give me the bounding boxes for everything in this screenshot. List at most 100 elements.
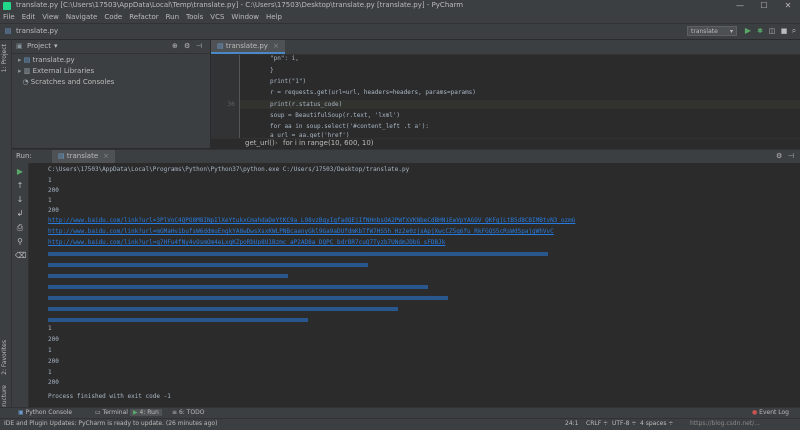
soft-wrap-icon[interactable]: ↲: [15, 209, 25, 219]
console-link[interactable]: http://www.baidu.com/link?url=3PlVoC4QPO…: [48, 217, 575, 224]
coverage-icon[interactable]: ◫: [767, 26, 777, 36]
stop-icon[interactable]: ■: [779, 26, 789, 36]
project-header-label[interactable]: Project: [27, 42, 51, 50]
window-title: translate.py [C:\Users\17503\AppData\Loc…: [16, 1, 464, 9]
console-line: 200: [48, 358, 59, 365]
menu-run[interactable]: Run: [166, 12, 179, 23]
todo-tab[interactable]: ≡ 6: TODO: [172, 409, 204, 416]
menu-view[interactable]: View: [42, 12, 59, 23]
console-line: 1: [48, 347, 52, 354]
console-link-placeholder[interactable]: [48, 318, 308, 322]
code-line[interactable]: }: [270, 67, 274, 74]
nav-breadcrumb[interactable]: translate.py: [16, 27, 58, 35]
code-line[interactable]: r = requests.get(url=url, headers=header…: [270, 89, 476, 96]
menu-vcs[interactable]: VCS: [210, 12, 224, 23]
tree-item-label: External Libraries: [32, 67, 95, 75]
console-line: 1: [48, 177, 52, 184]
code-line[interactable]: print("1"): [270, 78, 306, 85]
menu-edit[interactable]: Edit: [22, 12, 36, 23]
python-file-icon: ▤: [58, 152, 67, 160]
hide-panel-icon[interactable]: ⊣: [788, 152, 794, 160]
settings-gear-icon[interactable]: ⚙: [776, 152, 782, 160]
breadcrumb-loop[interactable]: for i in range(10, 600, 10): [283, 139, 374, 147]
console-link-placeholder[interactable]: [48, 274, 288, 278]
terminal-tab[interactable]: ▭ Terminal: [95, 409, 128, 416]
code-line[interactable]: soup = BeautifulSoup(r.text, 'lxml'): [270, 112, 400, 119]
pin-icon[interactable]: ⚲: [15, 237, 25, 247]
menu-refactor[interactable]: Refactor: [129, 12, 158, 23]
run-configuration-select[interactable]: translate ▾: [687, 26, 737, 36]
breadcrumb-function[interactable]: get_url(): [245, 139, 275, 147]
menu-help[interactable]: Help: [266, 12, 282, 23]
favorites-tool-button[interactable]: 2: Favorites: [1, 340, 8, 375]
scroll-down-icon[interactable]: ↓: [15, 195, 25, 205]
hide-panel-icon[interactable]: ⊣: [196, 42, 202, 50]
menu-tools[interactable]: Tools: [186, 12, 203, 23]
caret-position[interactable]: 24:1: [565, 420, 578, 427]
console-line: 200: [48, 336, 59, 343]
maximize-button[interactable]: ☐: [752, 0, 776, 12]
close-tab-icon[interactable]: ×: [103, 152, 109, 160]
settings-gear-icon[interactable]: ⚙: [184, 42, 190, 50]
menu-code[interactable]: Code: [104, 12, 122, 23]
trash-icon[interactable]: ⌫: [15, 251, 26, 261]
event-log-tab[interactable]: ● Event Log: [752, 409, 789, 416]
python-console-tab[interactable]: ▣ Python Console: [18, 409, 72, 416]
search-icon[interactable]: ⌕: [789, 26, 799, 36]
run-config-label: translate: [691, 28, 718, 35]
tree-item-label: translate.py: [32, 56, 75, 64]
tree-item-label: Scratches and Consoles: [30, 78, 115, 86]
code-line[interactable]: for aa in soup.select('#content_left .t …: [270, 123, 429, 130]
editor-breadcrumb: get_url() › for i in range(10, 600, 10): [211, 138, 800, 149]
run-tab-translate[interactable]: ▤ translate ×: [52, 150, 115, 163]
console-finished-message: Process finished with exit code -1: [48, 393, 171, 400]
minimize-button[interactable]: —: [728, 0, 752, 12]
chevron-down-icon: ▾: [729, 28, 733, 35]
tab-translate-py[interactable]: ▤ translate.py ×: [211, 40, 285, 54]
project-tool-button[interactable]: 1: Project: [1, 44, 8, 72]
tree-item-scratches[interactable]: ◔ Scratches and Consoles: [18, 77, 114, 87]
console-link-placeholder[interactable]: [48, 285, 428, 289]
left-tool-stripe: 1: Project 2: Favorites Z: Structure: [0, 40, 12, 421]
python-file-icon: ▤: [217, 42, 226, 50]
watermark-text: https://blog.csdn.net/...: [690, 420, 760, 427]
console-link-placeholder[interactable]: [48, 263, 368, 267]
menu-window[interactable]: Window: [231, 12, 259, 23]
console-line: 200: [48, 187, 59, 194]
console-link[interactable]: http://www.baidu.com/link?url=mGMaHv1buf…: [48, 228, 554, 235]
menu-navigate[interactable]: Navigate: [66, 12, 97, 23]
status-bar: IDE and Plugin Updates: PyCharm is ready…: [0, 418, 800, 430]
line-separator[interactable]: CRLF ÷: [586, 420, 608, 427]
file-encoding[interactable]: UTF-8 ÷: [612, 420, 636, 427]
chevron-down-icon[interactable]: ▾: [54, 42, 58, 50]
indent-setting[interactable]: 4 spaces ÷: [640, 420, 673, 427]
console-link-placeholder[interactable]: [48, 296, 448, 300]
locate-icon[interactable]: ⊕: [172, 42, 178, 50]
close-tab-icon[interactable]: ×: [273, 42, 279, 50]
code-line[interactable]: "pn": i,: [270, 55, 299, 62]
scroll-up-icon[interactable]: ↑: [15, 181, 25, 191]
python-file-icon: ▤: [4, 27, 12, 35]
tree-item-translate-py[interactable]: ▸ ▤ translate.py: [18, 55, 75, 65]
navigation-bar: ▤ translate.py translate ▾ ▶ ✱ ◫ ■ ⌕: [0, 24, 800, 40]
rerun-icon[interactable]: ▶: [15, 167, 25, 177]
menu-file[interactable]: File: [3, 12, 15, 23]
console-line: 1: [48, 197, 52, 204]
status-message[interactable]: IDE and Plugin Updates: PyCharm is ready…: [4, 420, 217, 427]
breadcrumb-separator: ›: [275, 139, 278, 147]
console-link-placeholder[interactable]: [48, 307, 398, 311]
debug-icon[interactable]: ✱: [755, 26, 765, 36]
console-link-placeholder[interactable]: [48, 252, 548, 256]
print-icon[interactable]: ⎙: [15, 223, 25, 233]
tab-label: translate.py: [225, 42, 268, 50]
console-command: C:\Users\17503\AppData\Local\Programs\Py…: [48, 166, 410, 173]
run-console[interactable]: C:\Users\17503\AppData\Local\Programs\Py…: [29, 163, 800, 407]
tree-item-external-libraries[interactable]: ▸ ▥ External Libraries: [18, 66, 94, 76]
close-button[interactable]: ✕: [776, 0, 800, 12]
todo-icon: ≡: [172, 409, 179, 416]
code-line[interactable]: print(r.status_code): [270, 101, 342, 108]
line-number: 36: [227, 101, 235, 108]
console-link[interactable]: http://www.baidu.com/link?url=q7HFu4fNy4…: [48, 239, 445, 246]
run-tool-tab[interactable]: ▶ 4: Run: [130, 409, 162, 416]
run-icon[interactable]: ▶: [743, 26, 753, 36]
